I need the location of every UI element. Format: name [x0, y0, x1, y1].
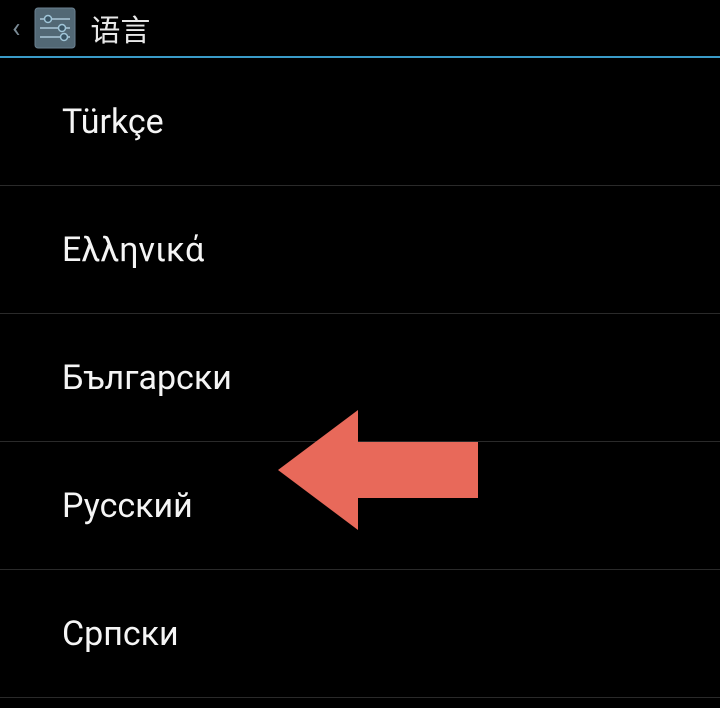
language-item-serbian[interactable]: Српски [0, 570, 720, 698]
settings-sliders-icon [34, 7, 76, 49]
language-item-bulgarian[interactable]: Български [0, 314, 720, 442]
page-title: 语言 [90, 6, 150, 50]
language-item-russian[interactable]: Русский [0, 442, 720, 570]
language-label: Русский [62, 486, 193, 526]
back-chevron-icon[interactable]: ‹ [8, 14, 24, 42]
language-item-turkish[interactable]: Türkçe [0, 58, 720, 186]
language-label: Српски [62, 614, 179, 654]
language-label: Ελληνικά [62, 230, 204, 270]
language-list: Türkçe Ελληνικά Български Русский Српски [0, 58, 720, 698]
language-label: Български [62, 358, 232, 398]
language-item-greek[interactable]: Ελληνικά [0, 186, 720, 314]
header: ‹ 语言 [0, 0, 720, 58]
language-label: Türkçe [62, 102, 164, 142]
